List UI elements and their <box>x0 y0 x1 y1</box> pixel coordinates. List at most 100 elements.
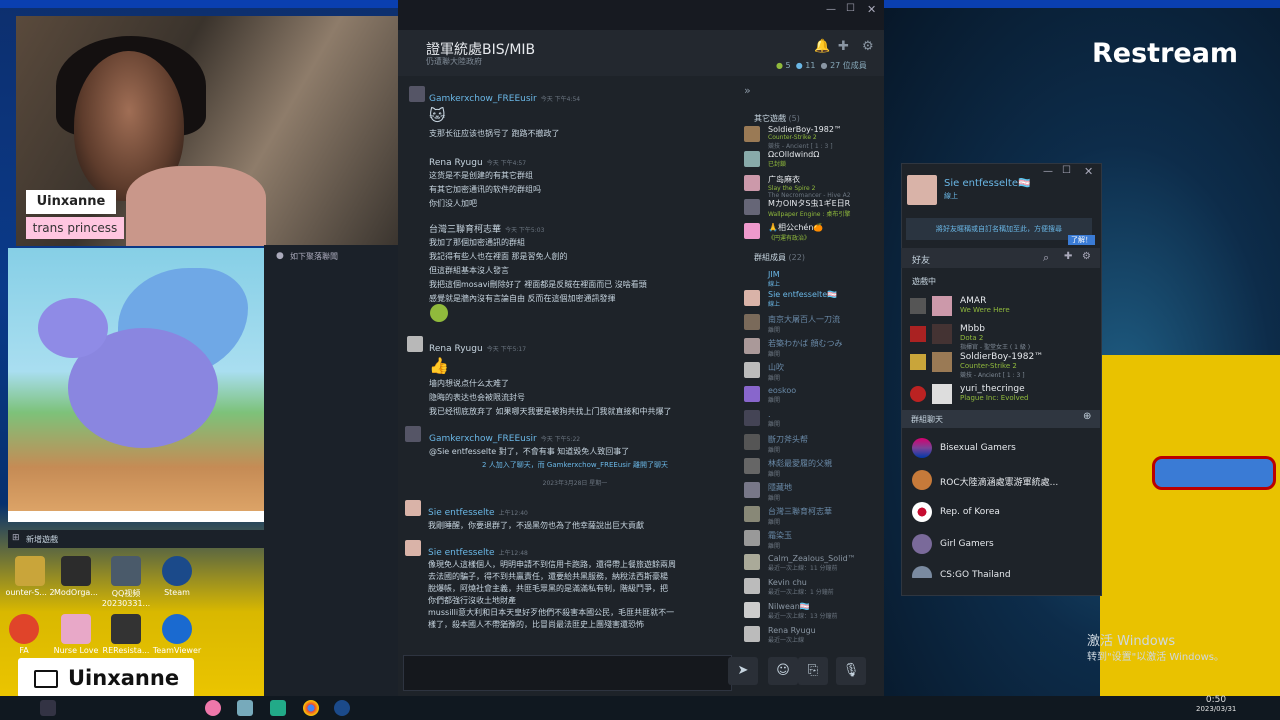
message-time: 今天 下午5:17 <box>486 346 527 353</box>
message-line: 但這群組基本沒人發言 <box>429 266 509 275</box>
message-author[interactable]: Gamkerxchow_FREEusir <box>429 434 537 444</box>
send-icon[interactable]: ➤ <box>728 657 758 685</box>
in-game-section-title: 遊戲中 <box>912 277 936 286</box>
stat-members: 27 位成員 <box>830 61 867 70</box>
avatar <box>932 324 952 344</box>
avatar <box>744 434 760 450</box>
message-line: 像現免人這樣個人，明明申請不到信用卡跑路，還得帶上餐旅遊餘兩周 <box>428 560 676 569</box>
dragon-artwork <box>8 248 264 522</box>
attach-icon[interactable]: ⎘ <box>798 657 828 685</box>
message-line: @Sie entfesselte 對了，不會有事 知道毀免人致回事了 <box>429 447 630 456</box>
other-games-title: 其它遊戲 (5) <box>754 114 800 123</box>
message-line: 去法國的騙子，得不到共贏責任，還要給共黑服務，納稅法西斯豪楊 <box>428 572 668 581</box>
close-icon[interactable]: ✕ <box>867 3 876 16</box>
friends-maximize-icon[interactable]: ☐ <box>1062 165 1071 176</box>
chat-message-input[interactable] <box>403 655 732 691</box>
message-line: 支那长征应该也锅号了 跑路不撤政了 <box>429 129 560 138</box>
message-line: mussilli意大利和日本天皇好歹他們不殺害本國公民，毛匪共匪就不一 <box>428 608 675 617</box>
add-friend-icon[interactable]: ✚ <box>1064 251 1072 262</box>
message-author[interactable]: Sie entfesselte <box>428 508 495 518</box>
game-icon <box>910 354 926 370</box>
message-author[interactable]: Rena Ryugu <box>429 158 483 168</box>
notification-icon[interactable]: ● <box>276 251 284 261</box>
message-line: 我已经彻底放弃了 如果哪天我要是被狗共找上门我就直接和中共爆了 <box>429 407 672 416</box>
search-icon[interactable] <box>40 700 56 716</box>
message-author[interactable]: 台灣三聯育柯志華 <box>429 225 501 235</box>
avatar <box>744 530 760 546</box>
avatar <box>744 223 760 239</box>
message-author[interactable]: Sie entfesselte <box>428 548 495 558</box>
message-group-3: 台灣三聯育柯志華 今天 下午5:03 我加了那個加密通訊的群組 我記得有些人也在裡… <box>429 217 729 306</box>
add-friend-icon[interactable]: ✚ <box>838 39 849 54</box>
group-item[interactable]: CS:GO Thailand <box>912 566 1092 578</box>
message-time: 今天 下午4:57 <box>486 160 527 167</box>
group-icon <box>912 534 932 554</box>
notice-ok-button[interactable]: 了解！ <box>1068 235 1095 245</box>
group-icon <box>912 438 932 458</box>
avatar <box>744 602 760 618</box>
message-time: 今天 下午4:54 <box>540 96 581 103</box>
message-author[interactable]: Rena Ryugu <box>429 344 483 354</box>
voice-icon[interactable]: 🎙 <box>836 657 866 685</box>
collapse-members-icon[interactable]: » <box>744 84 751 97</box>
avatar <box>744 506 760 522</box>
chrome-icon[interactable] <box>303 700 319 716</box>
avatar <box>932 352 952 372</box>
friends-user-avatar[interactable] <box>907 175 937 205</box>
emoticon-icon[interactable]: ☺ <box>768 657 798 685</box>
game-icon <box>910 326 926 342</box>
stat-ingame: 11 <box>805 61 816 70</box>
add-group-icon[interactable]: ⊕ <box>1083 411 1091 422</box>
friends-user-name[interactable]: Sie entfesselte🏳️‍⚧️ <box>944 178 1030 189</box>
webcam-person-shirt <box>126 166 266 246</box>
system-message: 2 人加入了聊天，而 Gamkerxchow_FREEusir 離開了聊天 <box>482 461 668 469</box>
message-emoji: 👍 <box>429 356 449 375</box>
monitor-icon <box>34 670 58 688</box>
avatar[interactable] <box>405 540 421 556</box>
streamer-name-tag: Uinxanne <box>26 190 116 214</box>
message-group-2: Rena Ryugu 今天 下午4:57 这货是不是创建的有其它群组 有其它加密通… <box>429 150 729 211</box>
search-icon[interactable]: ⌕ <box>1043 251 1049 265</box>
clock-date: 2023/03/31 <box>1196 705 1237 713</box>
message-time: 上午12:48 <box>498 550 528 557</box>
avatar <box>744 151 760 167</box>
taskbar-app-icon[interactable] <box>205 700 221 716</box>
streamer-subtitle-tag: trans princess <box>26 217 124 239</box>
bell-icon[interactable]: 🔔 <box>814 39 830 54</box>
clock-time: 0:50 <box>1205 695 1227 705</box>
taskbar-app-icon[interactable] <box>237 700 253 716</box>
maximize-icon[interactable]: ☐ <box>846 3 855 14</box>
avatar[interactable] <box>409 86 425 102</box>
steam-taskbar-icon[interactable] <box>334 700 350 716</box>
avatar <box>744 314 760 330</box>
chat-stats: ● 5 ● 11 ● 27 位成員 <box>776 61 867 70</box>
game-icon <box>910 298 926 314</box>
group-icon <box>912 566 932 578</box>
message-author[interactable]: Gamkerxchow_FREEusir <box>429 94 537 104</box>
friends-settings-icon[interactable]: ⚙ <box>1082 251 1091 262</box>
friends-close-icon[interactable]: ✕ <box>1084 165 1093 178</box>
avatar[interactable] <box>405 500 421 516</box>
activate-windows-subtitle: 转到"设置"以激活 Windows。 <box>1087 652 1225 663</box>
message-line: 这货是不是创建的有其它群组 <box>429 171 533 180</box>
avatar <box>744 554 760 570</box>
message-line: 墙内想说点什么太难了 <box>429 379 509 388</box>
avatar <box>744 386 760 402</box>
friends-minimize-icon[interactable]: — <box>1043 166 1053 177</box>
avatar[interactable] <box>405 426 421 442</box>
settings-icon[interactable]: ⚙ <box>862 39 874 54</box>
taskbar-app-icon[interactable] <box>270 700 286 716</box>
avatar[interactable] <box>407 336 423 352</box>
avatar <box>744 482 760 498</box>
stat-online: 5 <box>785 61 791 70</box>
minimize-icon[interactable]: — <box>826 4 836 15</box>
avatar <box>932 384 952 404</box>
taskbar-clock[interactable]: 0:50 2023/03/31 <box>1196 695 1236 713</box>
message-time: 今天 下午5:03 <box>505 227 545 234</box>
desktop-icon-steam[interactable]: Steam <box>147 556 207 597</box>
desktop-icon-teamviewer[interactable]: TeamViewer <box>147 614 207 655</box>
message-line: 我剛睡醒，你要退群了，不過黑勿也為了他幸薩說出巨大貢獻 <box>428 521 644 530</box>
group-icon <box>912 470 932 490</box>
restream-logo: Restream <box>1092 38 1239 69</box>
avatar <box>744 410 760 426</box>
